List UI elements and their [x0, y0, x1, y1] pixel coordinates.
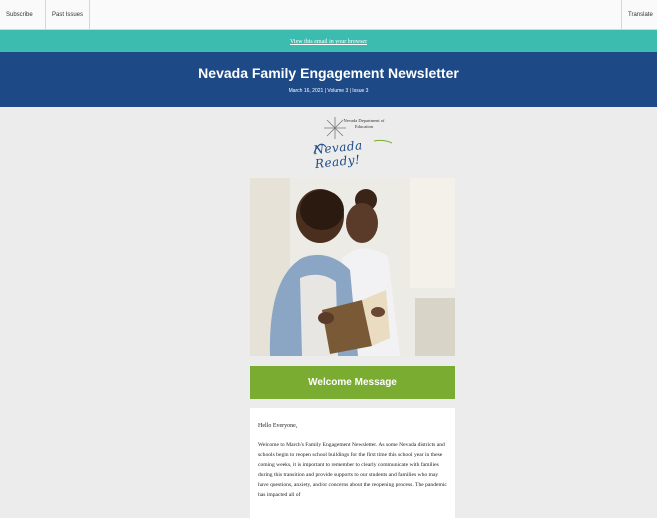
top-bar: Subscribe Past Issues Translate: [0, 0, 657, 30]
letter-body: Welcome to March's Family Engagement New…: [258, 442, 447, 498]
newsletter-issue-info: March 16, 2021 | Volume 3 | Issue 3: [288, 88, 369, 94]
swoosh-icon: [313, 139, 393, 154]
view-in-browser-bar: View this email in your browser: [0, 30, 657, 52]
past-issues-link[interactable]: Past Issues: [46, 0, 90, 30]
department-name: Nevada Department of Education: [343, 118, 385, 129]
father-daughter-reading-image: [250, 178, 455, 356]
translate-link[interactable]: Translate: [621, 0, 657, 30]
letter-card: Hello Everyone, Welcome to March's Famil…: [250, 408, 455, 518]
newsletter-title: Nevada Family Engagement Newsletter: [198, 65, 459, 81]
hero-photo: [250, 178, 455, 356]
view-in-browser-link[interactable]: View this email in your browser: [290, 31, 367, 53]
letter-greeting: Hello Everyone,: [258, 423, 298, 429]
welcome-message-heading: Welcome Message: [250, 366, 455, 399]
nevada-ready-logo: Nevada Department of Education Nevada Re…: [312, 115, 394, 171]
newsletter-header: Nevada Family Engagement Newsletter Marc…: [0, 52, 657, 107]
subscribe-link[interactable]: Subscribe: [0, 0, 46, 30]
